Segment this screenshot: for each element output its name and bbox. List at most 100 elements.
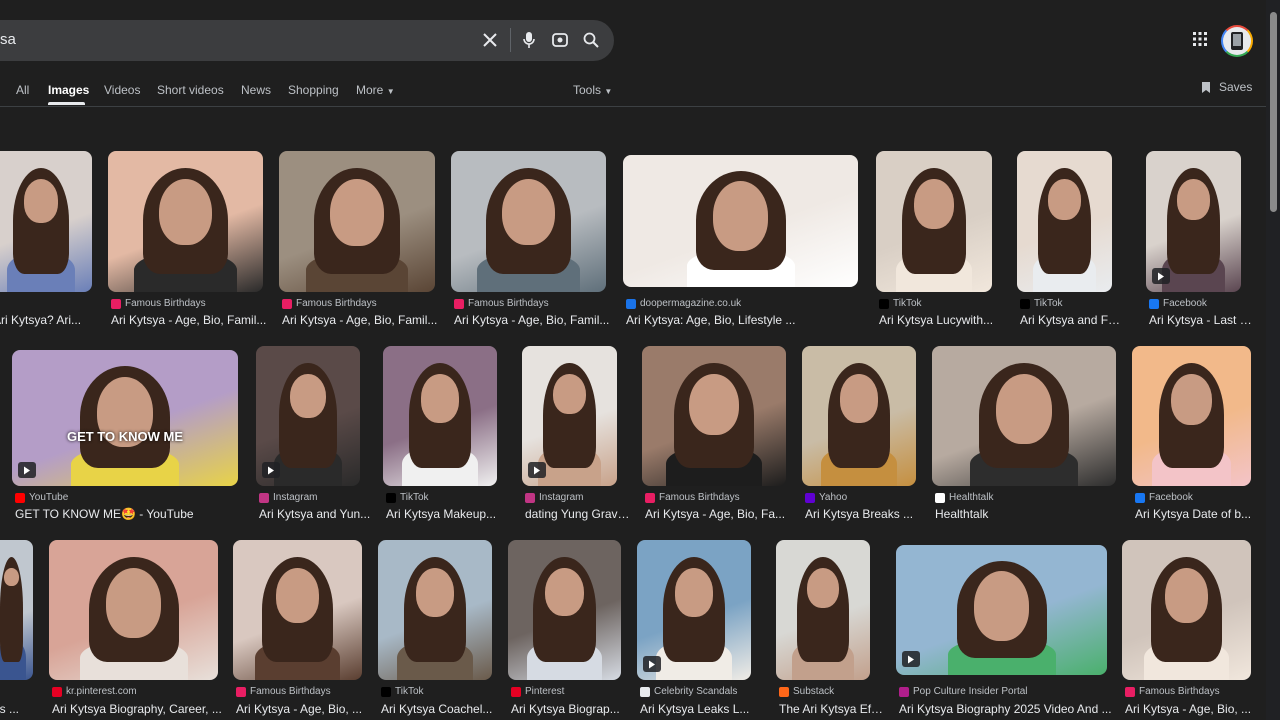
search-tabs: All Images Videos Short videos News Shop… — [0, 80, 1280, 106]
tab-shopping[interactable]: Shopping — [288, 83, 339, 97]
facebook-icon — [1135, 492, 1145, 503]
result-title[interactable]: Ari Kytsya Breaks ... — [805, 507, 929, 521]
result-thumbnail[interactable] — [1122, 540, 1251, 680]
result-thumbnail[interactable] — [637, 540, 751, 680]
result-source: Celebrity Scandals — [654, 686, 738, 697]
result-source: doopermagazine.co.uk — [640, 298, 742, 309]
pinterest-icon — [52, 686, 62, 697]
result-thumbnail[interactable] — [932, 346, 1116, 486]
result-source: Instagram — [273, 492, 318, 503]
result-thumbnail[interactable] — [0, 540, 33, 680]
microphone-icon[interactable] — [517, 28, 541, 52]
active-tab-indicator — [48, 102, 85, 105]
saves-button[interactable]: Saves — [1201, 80, 1252, 94]
result-source: Famous Birthdays — [125, 298, 206, 309]
result-thumbnail[interactable] — [508, 540, 621, 680]
youtube-icon — [15, 492, 25, 503]
result-thumbnail[interactable] — [876, 151, 992, 292]
result-title[interactable]: ds ... — [0, 702, 46, 716]
result-title[interactable]: Ari Kytsya: Age, Bio, Lifestyle ... — [626, 313, 871, 327]
tiktok-icon — [879, 298, 889, 309]
result-title[interactable]: Ari Kytsya Coachel... — [381, 702, 505, 716]
play-icon — [902, 651, 920, 667]
result-source: Famous Birthdays — [468, 298, 549, 309]
result-thumbnail[interactable] — [1146, 151, 1241, 292]
result-source: Yahoo — [819, 492, 848, 503]
result-title[interactable]: Ari Kytsya Leaks L... — [640, 702, 764, 716]
result-title[interactable]: Ari Kytsya Biography, Career, ... — [52, 702, 231, 716]
result-source: Famous Birthdays — [659, 492, 740, 503]
result-title[interactable]: Ari Kytsya Makeup... — [386, 507, 510, 521]
result-title[interactable]: Ari Kytsya Biograp... — [511, 702, 634, 716]
result-title[interactable]: The Ari Kytsya Effe... — [779, 702, 883, 716]
result-thumbnail[interactable] — [383, 346, 497, 486]
clear-icon[interactable] — [478, 28, 502, 52]
result-title[interactable]: Ari Kytsya Lucywith... — [879, 313, 1005, 327]
tabs-divider — [0, 106, 1266, 107]
result-title[interactable]: Ari Kytsya Biography 2025 Video And ... — [899, 702, 1120, 716]
result-source: Facebook — [1149, 492, 1193, 503]
result-title[interactable]: Ari Kytsya and Yun... — [259, 507, 373, 521]
result-thumbnail[interactable] — [279, 151, 435, 292]
result-thumbnail[interactable] — [896, 545, 1107, 675]
tab-tools[interactable]: Tools ▼ — [573, 83, 612, 97]
result-title[interactable]: dating Yung Gravy ... — [525, 507, 630, 521]
search-icon[interactable] — [579, 28, 603, 52]
pop-culture-icon — [899, 686, 909, 697]
tab-tools-label: Tools — [573, 83, 602, 97]
result-thumbnail[interactable] — [1017, 151, 1112, 292]
tab-images[interactable]: Images — [48, 83, 89, 97]
result-title[interactable]: Ari Kytsya - Last ti... — [1149, 313, 1254, 327]
result-thumbnail[interactable] — [108, 151, 263, 292]
search-input[interactable]: sa — [0, 31, 16, 48]
result-thumbnail[interactable] — [623, 155, 858, 287]
result-thumbnail[interactable] — [256, 346, 360, 486]
result-thumbnail[interactable] — [802, 346, 916, 486]
tab-short-videos[interactable]: Short videos — [157, 83, 224, 97]
famous-birthdays-icon — [1125, 686, 1135, 697]
facebook-icon — [1149, 298, 1159, 309]
apps-grid-icon[interactable] — [1192, 31, 1212, 51]
result-source: Pop Culture Insider Portal — [913, 686, 1028, 697]
result-thumbnail[interactable] — [776, 540, 870, 680]
chevron-down-icon: ▼ — [604, 87, 613, 96]
result-title[interactable]: Ari Kytsya Date of b... — [1135, 507, 1264, 521]
result-source: Pinterest — [525, 686, 565, 697]
famous-birthdays-icon — [454, 298, 464, 309]
result-thumbnail[interactable] — [0, 151, 92, 292]
result-title[interactable]: Ari Kytsya - Age, Bio, ... — [236, 702, 375, 716]
result-thumbnail[interactable] — [49, 540, 218, 680]
result-title[interactable]: Ari Kytsya - Age, Bio, Famil... — [282, 313, 448, 327]
saves-label: Saves — [1219, 80, 1253, 94]
result-source: TikTok — [400, 492, 429, 503]
avatar[interactable] — [1221, 25, 1253, 57]
scrollbar-thumb[interactable] — [1270, 12, 1277, 212]
lens-icon[interactable] — [548, 28, 572, 52]
phone-icon — [1231, 32, 1243, 50]
result-title[interactable]: Ari Kytsya - Age, Bio, Fa... — [645, 507, 799, 521]
result-thumbnail[interactable] — [233, 540, 362, 680]
search-bar[interactable]: sa — [0, 20, 614, 61]
result-thumbnail[interactable] — [451, 151, 606, 292]
bookmark-icon — [1202, 81, 1210, 93]
result-source: Famous Birthdays — [1139, 686, 1220, 697]
result-thumbnail[interactable] — [1132, 346, 1251, 486]
result-title[interactable]: Ari Kytsya - Age, Bio, Famil... — [111, 313, 276, 327]
tab-all[interactable]: All — [16, 83, 29, 97]
result-title[interactable]: GET TO KNOW ME🤩 - YouTube — [15, 507, 251, 521]
tab-videos[interactable]: Videos — [104, 83, 140, 97]
result-title[interactable]: Ari Kytsya - Age, Bio, ... — [1125, 702, 1264, 716]
result-thumbnail[interactable] — [522, 346, 617, 486]
result-source: Famous Birthdays — [296, 298, 377, 309]
result-title[interactable]: Ari Kytsya - Age, Bio, Famil... — [454, 313, 619, 327]
result-title[interactable]: Ari Kytsya and Fay... — [1020, 313, 1125, 327]
yahoo-icon — [805, 492, 815, 503]
result-thumbnail[interactable] — [642, 346, 786, 486]
result-title[interactable]: Healthtalk — [935, 507, 1129, 521]
result-thumbnail[interactable]: GET TO KNOW ME — [12, 350, 238, 486]
tab-more[interactable]: More ▼ — [356, 83, 395, 97]
result-title[interactable]: Ari Kytsya? Ari... — [0, 313, 105, 327]
result-thumbnail[interactable] — [378, 540, 492, 680]
tiktok-icon — [1020, 298, 1030, 309]
tab-news[interactable]: News — [241, 83, 271, 97]
